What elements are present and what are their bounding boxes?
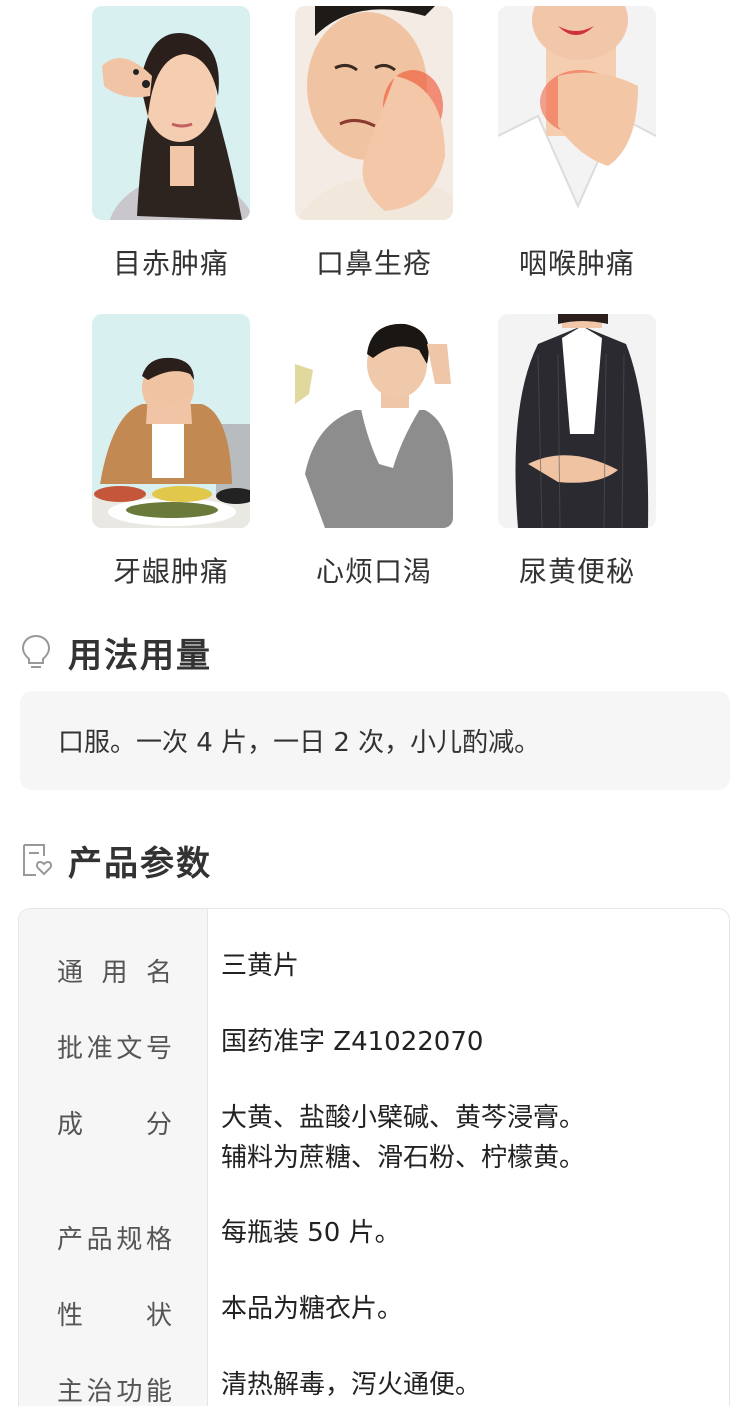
param-value: 三黄片 [221, 951, 300, 981]
param-value: 每瓶装 50 片。 [221, 1218, 401, 1248]
symptom-card: 尿黄便秘 [475, 314, 679, 590]
param-key: 产品规格 [57, 1225, 172, 1255]
symptom-card: 心烦口渴 [272, 314, 476, 590]
symptom-label: 目赤肿痛 [112, 247, 229, 280]
symptom-label: 咽喉肿痛 [518, 247, 635, 280]
symptom-label: 尿黄便秘 [518, 555, 635, 588]
param-value: 国药准字 Z41022070 [221, 1027, 484, 1057]
param-value: 本品为糖衣片。 [221, 1294, 404, 1324]
symptom-card: 口鼻生疮 [272, 6, 476, 282]
usage-box: 口服。一次 4 片，一日 2 次，小儿酌减。 [20, 691, 730, 790]
param-value: 清热解毒，泻火通便。 [221, 1370, 482, 1400]
params-section-title: 产品参数 [20, 838, 212, 884]
lightbulb-icon [20, 634, 52, 670]
param-key: 主治功能 [57, 1377, 172, 1406]
param-value: 大黄、盐酸小檗碱、黄芩浸膏。 [221, 1103, 586, 1133]
symptom-photo-constipation [498, 314, 656, 528]
symptom-card: 咽喉肿痛 [475, 6, 679, 282]
section-heading: 产品参数 [68, 843, 212, 884]
symptom-label: 心烦口渴 [315, 555, 432, 588]
param-value-line2: 辅料为蔗糖、滑石粉、柠檬黄。 [221, 1143, 586, 1173]
usage-text: 口服。一次 4 片，一日 2 次，小儿酌减。 [58, 728, 541, 758]
document-heart-icon [20, 842, 52, 878]
param-key: 批准文号 [57, 1034, 172, 1064]
symptom-photo-eye [92, 6, 250, 220]
symptom-photo-gums [92, 314, 250, 528]
usage-section-title: 用法用量 [20, 630, 212, 676]
param-key: 成分 [57, 1110, 172, 1140]
symptom-photo-mouth [295, 6, 453, 220]
symptom-card: 目赤肿痛 [69, 6, 273, 282]
param-key: 通用名 [57, 958, 172, 988]
param-table: 通用名 三黄片 批准文号 国药准字 Z41022070 成分 大黄、盐酸小檗碱、… [18, 908, 730, 1406]
symptom-photo-throat [498, 6, 656, 220]
symptom-label: 口鼻生疮 [315, 247, 432, 280]
symptom-photo-thirst [295, 314, 453, 528]
symptom-card: 牙龈肿痛 [69, 314, 273, 590]
symptom-label: 牙龈肿痛 [112, 555, 229, 588]
param-key: 性状 [57, 1301, 172, 1331]
section-heading: 用法用量 [68, 635, 212, 676]
